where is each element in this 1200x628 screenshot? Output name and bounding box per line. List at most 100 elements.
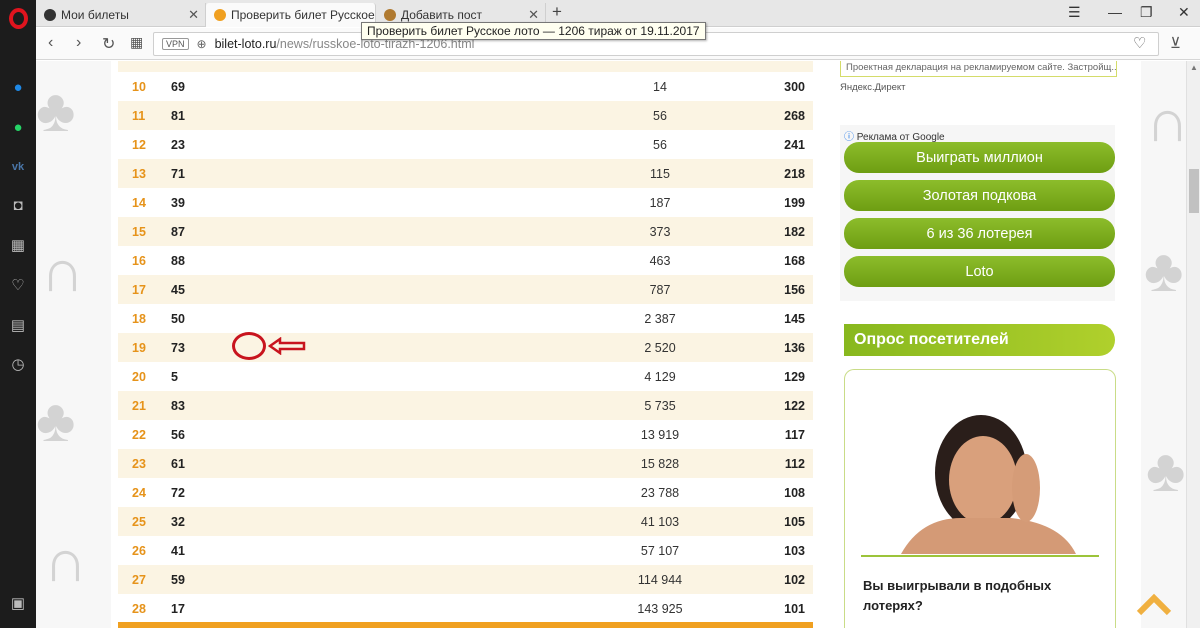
table-row: 23 61 15 828 112 bbox=[118, 449, 813, 478]
prize-amount: 117 bbox=[784, 428, 805, 442]
ball-number: 69 bbox=[171, 80, 185, 94]
table-row: 12 23 56 241 bbox=[118, 130, 813, 159]
prize-amount: 122 bbox=[784, 399, 805, 413]
step-number: 14 bbox=[132, 196, 146, 210]
ball-number: 41 bbox=[171, 544, 185, 558]
prize-amount: 300 bbox=[784, 80, 805, 94]
winners-count: 2 520 bbox=[644, 341, 676, 355]
winners-count: 463 bbox=[649, 254, 671, 268]
scrollbar-thumb[interactable] bbox=[1189, 169, 1199, 213]
tab-menu-icon[interactable]: ☰ bbox=[1068, 4, 1081, 21]
poll-question: Вы выигрывали в подобных лотерях? bbox=[863, 578, 1052, 613]
close-icon[interactable]: ✕ bbox=[188, 7, 199, 23]
messenger-icon[interactable]: ● bbox=[5, 74, 31, 100]
table-row: 19 73 2 520 136 bbox=[118, 333, 813, 362]
prize-amount: 103 bbox=[784, 544, 805, 558]
tab-my-tickets[interactable]: Мои билеты ✕ bbox=[36, 3, 206, 27]
forward-icon[interactable]: › bbox=[76, 34, 81, 52]
web-page: ♣ ∩ ♣ ∩ ∩ ♣ ♣ 10 69 14 300 11 81 56 268 12 23 56 24… bbox=[36, 61, 1186, 628]
tabs-grid-icon[interactable]: ▦ bbox=[130, 34, 143, 51]
clover-decoration-icon: ♣ bbox=[1146, 437, 1186, 504]
ball-number: 72 bbox=[171, 486, 185, 500]
step-number: 15 bbox=[132, 225, 146, 239]
close-window-icon[interactable]: ✕ bbox=[1178, 4, 1190, 21]
prize-amount: 268 bbox=[784, 109, 805, 123]
table-footer-bar bbox=[118, 622, 813, 628]
prize-amount: 145 bbox=[784, 312, 805, 326]
prize-amount: 108 bbox=[784, 486, 805, 500]
winners-count: 114 944 bbox=[637, 573, 683, 587]
prize-amount: 199 bbox=[784, 196, 805, 210]
table-row: 28 17 143 925 101 bbox=[118, 594, 813, 623]
new-tab-icon[interactable]: + bbox=[552, 2, 562, 22]
table-row: 26 41 57 107 103 bbox=[118, 536, 813, 565]
ad-button-6-of-36[interactable]: 6 из 36 лотерея bbox=[844, 218, 1115, 249]
close-icon[interactable]: ✕ bbox=[528, 7, 539, 23]
history-icon[interactable]: ◷ bbox=[5, 351, 31, 377]
bookmark-heart-icon[interactable]: ♡ bbox=[1133, 34, 1146, 52]
prize-amount: 112 bbox=[784, 457, 805, 471]
horseshoe-decoration-icon: ∩ bbox=[44, 527, 88, 594]
yandex-direct-label[interactable]: Яндекс.Директ bbox=[840, 82, 906, 93]
step-number: 22 bbox=[132, 428, 146, 442]
url-host: bilet-loto.ru bbox=[214, 37, 277, 51]
table-row: 16 88 463 168 bbox=[118, 246, 813, 275]
reload-icon[interactable]: ↻ bbox=[102, 34, 115, 54]
table-row: 25 32 41 103 105 bbox=[118, 507, 813, 536]
vk-icon[interactable]: vk bbox=[5, 154, 31, 180]
restore-icon[interactable]: ❐ bbox=[1140, 4, 1153, 21]
sidebar-toggle-icon[interactable]: ▣ bbox=[5, 590, 31, 616]
tab-favicon-icon bbox=[44, 9, 56, 21]
scroll-to-top-icon[interactable] bbox=[1136, 591, 1172, 617]
tab-favicon-icon bbox=[384, 9, 396, 21]
ball-number: 45 bbox=[171, 283, 185, 297]
step-number: 21 bbox=[132, 399, 146, 413]
download-icon[interactable]: ⊻ bbox=[1170, 34, 1181, 52]
winners-count: 115 bbox=[650, 167, 670, 181]
table-row: 22 56 13 919 117 bbox=[118, 420, 813, 449]
scroll-up-icon[interactable]: ▲ bbox=[1190, 63, 1198, 72]
ad-button-golden-horseshoe[interactable]: Золотая подкова bbox=[844, 180, 1115, 211]
ball-number: 32 bbox=[171, 515, 185, 529]
google-ads-label[interactable]: ⓘ Реклама от Google bbox=[844, 128, 945, 143]
winners-count: 14 bbox=[653, 80, 667, 94]
ball-number: 17 bbox=[171, 602, 185, 616]
whatsapp-icon[interactable]: ● bbox=[5, 114, 31, 140]
page-scrollbar[interactable]: ▲ bbox=[1186, 61, 1200, 628]
ad-button-win-million[interactable]: Выиграть миллион bbox=[844, 142, 1115, 173]
ball-number: 87 bbox=[171, 225, 185, 239]
poll-divider bbox=[861, 555, 1099, 557]
highlight-arrow-icon bbox=[268, 337, 306, 355]
ball-number: 88 bbox=[171, 254, 185, 268]
minimize-icon[interactable]: — bbox=[1108, 4, 1122, 20]
back-icon[interactable]: ‹ bbox=[48, 34, 53, 52]
tab-label: Добавить пост bbox=[401, 8, 483, 22]
step-number: 23 bbox=[132, 457, 146, 471]
vpn-badge[interactable]: VPN bbox=[162, 38, 189, 50]
prize-amount: 241 bbox=[784, 138, 805, 152]
google-ads-box: ⓘ Реклама от Google Выиграть миллион Зол… bbox=[840, 125, 1115, 301]
yandex-ad-text[interactable]: Проектная декларация на рекламируемом са… bbox=[840, 61, 1117, 77]
ad-button-loto[interactable]: Loto bbox=[844, 256, 1115, 287]
winners-count: 5 735 bbox=[644, 399, 676, 413]
winners-count: 57 107 bbox=[640, 544, 680, 558]
ball-number: 71 bbox=[171, 167, 185, 181]
step-number: 20 bbox=[132, 370, 146, 384]
speed-dial-icon[interactable]: ▦ bbox=[5, 232, 31, 258]
prize-amount: 101 bbox=[784, 602, 805, 616]
tab-check-ticket[interactable]: Проверить билет Русское bbox=[206, 3, 376, 27]
opera-logo-icon[interactable] bbox=[9, 8, 28, 29]
camera-icon[interactable]: ◘ bbox=[5, 192, 31, 218]
table-row: 13 71 115 218 bbox=[118, 159, 813, 188]
ball-number: 59 bbox=[171, 573, 185, 587]
heart-icon[interactable]: ♡ bbox=[5, 272, 31, 298]
ball-number: 39 bbox=[171, 196, 185, 210]
news-icon[interactable]: ▤ bbox=[5, 312, 31, 338]
winners-count: 787 bbox=[649, 283, 671, 297]
prize-amount: 105 bbox=[784, 515, 805, 529]
step-number: 11 bbox=[132, 109, 146, 123]
step-number: 12 bbox=[132, 138, 146, 152]
table-row: 15 87 373 182 bbox=[118, 217, 813, 246]
winners-count: 2 387 bbox=[644, 312, 676, 326]
step-number: 18 bbox=[132, 312, 146, 326]
